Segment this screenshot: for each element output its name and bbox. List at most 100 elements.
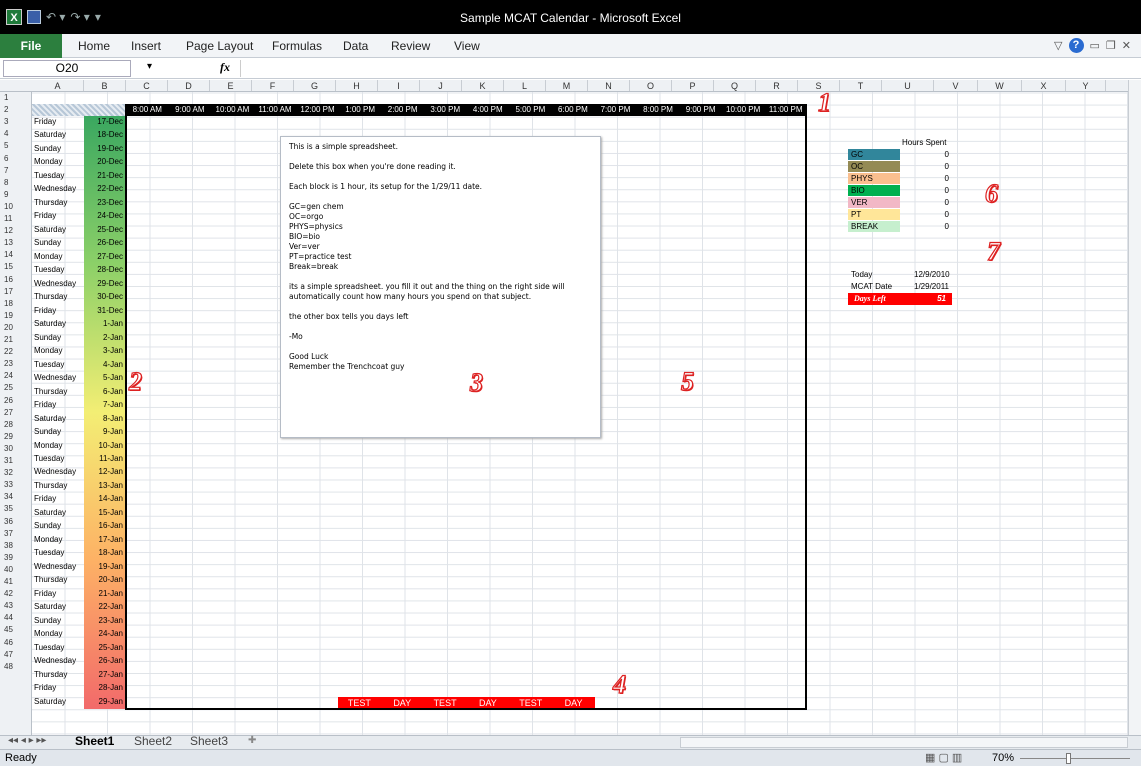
column-header-t[interactable]: T	[840, 80, 882, 91]
column-header-c[interactable]: C	[126, 80, 168, 91]
row-header[interactable]: 44	[0, 612, 32, 624]
row-header[interactable]: 43	[0, 600, 32, 612]
instructions-textbox[interactable]: This is a simple spreadsheet. Delete this…	[280, 136, 601, 438]
column-header-y[interactable]: Y	[1066, 80, 1106, 91]
tab-review[interactable]: Review	[391, 39, 430, 53]
restore-window-icon[interactable]: ❐	[1106, 39, 1116, 52]
row-header[interactable]: 5	[0, 140, 32, 152]
row-header[interactable]: 46	[0, 637, 32, 649]
tab-insert[interactable]: Insert	[131, 39, 161, 53]
row-header[interactable]: 35	[0, 503, 32, 515]
column-header-g[interactable]: G	[294, 80, 336, 91]
column-header-k[interactable]: K	[462, 80, 504, 91]
row-header[interactable]: 10	[0, 201, 32, 213]
tab-home[interactable]: Home	[78, 39, 110, 53]
row-header[interactable]: 41	[0, 576, 32, 588]
row-header[interactable]: 18	[0, 298, 32, 310]
row-header[interactable]: 38	[0, 540, 32, 552]
row-header[interactable]: 15	[0, 261, 32, 273]
insert-function-icon[interactable]: fx	[220, 60, 230, 75]
insert-sheet-icon[interactable]: ✚	[248, 735, 256, 746]
row-header[interactable]: 42	[0, 588, 32, 600]
column-header-b[interactable]: B	[84, 80, 126, 91]
column-header-r[interactable]: R	[756, 80, 798, 91]
help-icon[interactable]: ?	[1068, 38, 1084, 53]
row-header[interactable]: 37	[0, 528, 32, 540]
name-box[interactable]: O20	[3, 60, 131, 77]
row-header[interactable]: 3	[0, 116, 32, 128]
row-header[interactable]: 48	[0, 661, 32, 673]
row-header[interactable]: 1	[0, 92, 32, 104]
column-header-a[interactable]: A	[32, 80, 84, 91]
row-header[interactable]: 19	[0, 310, 32, 322]
column-header-l[interactable]: L	[504, 80, 546, 91]
row-header[interactable]: 25	[0, 382, 32, 394]
worksheet-grid[interactable]: ABCDEFGHIJKLMNOPQRSTUVWXY 1 2 3 4 5 6 7 8 9 10 11 1…	[0, 80, 1128, 735]
row-header[interactable]: 24	[0, 370, 32, 382]
minimize-window-icon[interactable]: ▭	[1090, 39, 1100, 52]
row-header[interactable]: 26	[0, 395, 32, 407]
row-header[interactable]: 12	[0, 225, 32, 237]
column-header-w[interactable]: W	[978, 80, 1022, 91]
row-header[interactable]: 23	[0, 358, 32, 370]
row-header[interactable]: 7	[0, 165, 32, 177]
column-header-i[interactable]: I	[378, 80, 420, 91]
row-header[interactable]: 21	[0, 334, 32, 346]
zoom-level[interactable]: 70%	[992, 752, 1014, 764]
column-header-f[interactable]: F	[252, 80, 294, 91]
row-header[interactable]: 33	[0, 479, 32, 491]
column-header-d[interactable]: D	[168, 80, 210, 91]
zoom-slider-thumb[interactable]	[1066, 753, 1071, 764]
row-header[interactable]: 36	[0, 516, 32, 528]
row-header[interactable]: 17	[0, 286, 32, 298]
row-header[interactable]: 2	[0, 104, 32, 116]
column-header-u[interactable]: U	[882, 80, 934, 91]
row-header[interactable]: 31	[0, 455, 32, 467]
row-header[interactable]: 14	[0, 249, 32, 261]
row-header[interactable]: 8	[0, 177, 32, 189]
column-header-n[interactable]: N	[588, 80, 630, 91]
row-header[interactable]: 13	[0, 237, 32, 249]
column-header-p[interactable]: P	[672, 80, 714, 91]
view-buttons-icon[interactable]: ▦ ▢ ▥	[925, 751, 962, 764]
row-header[interactable]: 11	[0, 213, 32, 225]
tab-formulas[interactable]: Formulas	[272, 39, 322, 53]
column-header-h[interactable]: H	[336, 80, 378, 91]
column-header-m[interactable]: M	[546, 80, 588, 91]
formula-input[interactable]	[240, 60, 1125, 77]
row-header[interactable]: 16	[0, 274, 32, 286]
row-header[interactable]: 40	[0, 564, 32, 576]
tab-sheet3[interactable]: Sheet3	[190, 734, 228, 748]
row-header[interactable]: 22	[0, 346, 32, 358]
tab-page-layout[interactable]: Page Layout	[186, 39, 253, 53]
row-header[interactable]: 4	[0, 128, 32, 140]
row-header[interactable]: 9	[0, 189, 32, 201]
row-header[interactable]: 28	[0, 419, 32, 431]
row-header[interactable]: 6	[0, 153, 32, 165]
row-header[interactable]: 29	[0, 431, 32, 443]
row-header[interactable]: 47	[0, 649, 32, 661]
column-header-o[interactable]: O	[630, 80, 672, 91]
column-header-q[interactable]: Q	[714, 80, 756, 91]
sheet-nav-icon[interactable]: ◂◂ ◂ ▸ ▸▸	[8, 735, 46, 746]
column-header-e[interactable]: E	[210, 80, 252, 91]
tab-sheet2[interactable]: Sheet2	[134, 734, 172, 748]
column-header-j[interactable]: J	[420, 80, 462, 91]
zoom-slider[interactable]	[1020, 758, 1130, 759]
column-header-x[interactable]: X	[1022, 80, 1066, 91]
row-header[interactable]: 27	[0, 407, 32, 419]
horizontal-scrollbar[interactable]	[680, 737, 1128, 748]
close-icon[interactable]: ✕	[1122, 39, 1131, 52]
name-box-dropdown-icon[interactable]: ▾	[147, 61, 152, 72]
minimize-ribbon-icon[interactable]: ▽	[1054, 39, 1062, 52]
tab-data[interactable]: Data	[343, 39, 368, 53]
column-header-v[interactable]: V	[934, 80, 978, 91]
tab-view[interactable]: View	[454, 39, 480, 53]
tab-sheet1[interactable]: Sheet1	[75, 734, 114, 748]
vertical-scrollbar[interactable]	[1128, 80, 1141, 735]
row-header[interactable]: 20	[0, 322, 32, 334]
row-header[interactable]: 39	[0, 552, 32, 564]
row-header[interactable]: 45	[0, 624, 32, 636]
row-header[interactable]: 32	[0, 467, 32, 479]
row-header[interactable]: 30	[0, 443, 32, 455]
